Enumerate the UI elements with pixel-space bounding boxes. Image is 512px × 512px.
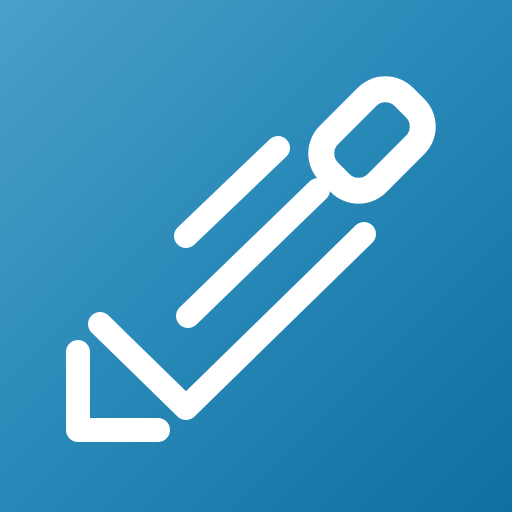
app-icon-background [0,0,512,512]
pencil-edit-icon [66,76,436,442]
pencil-stroke-short [174,136,290,248]
pencil-eraser-cap [308,76,436,204]
